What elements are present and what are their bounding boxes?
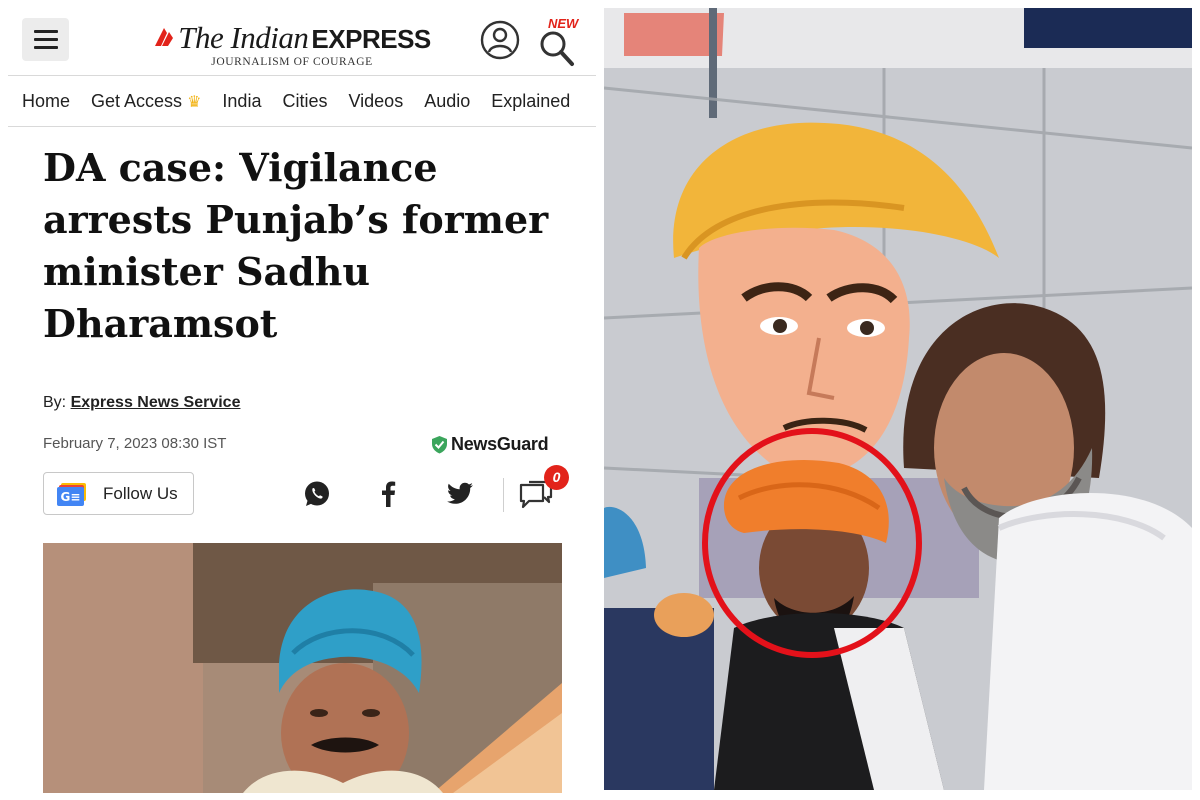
author-link[interactable]: Express News Service	[71, 394, 241, 411]
hamburger-menu-icon	[33, 30, 58, 33]
newsguard-label: NewsGuard	[451, 434, 549, 454]
twitter-icon	[447, 482, 473, 504]
article-photo	[43, 543, 562, 793]
shield-check-icon	[432, 436, 447, 454]
flame-logo-icon	[155, 28, 174, 46]
rally-photograph	[604, 8, 1192, 790]
newsguard-badge[interactable]: NewsGuard	[431, 434, 549, 455]
byline-label: By:	[43, 394, 67, 411]
svg-text:G≡: G≡	[61, 490, 81, 504]
nav-item-audio[interactable]: Audio	[424, 91, 470, 112]
nav-item-videos[interactable]: Videos	[348, 91, 403, 112]
logo-text-express: EXPRESS	[311, 24, 431, 54]
search-icon	[540, 31, 574, 66]
user-account-icon[interactable]	[480, 20, 520, 60]
nav-item-india[interactable]: India	[222, 91, 261, 112]
main-navigation: Home Get Access ♛ India Cities Videos Au…	[8, 77, 596, 127]
nav-item-explained[interactable]: Explained	[491, 91, 570, 112]
facebook-share-button[interactable]	[372, 478, 404, 510]
article-headline: DA case: Vigilance arrests Punjab’s form…	[43, 145, 549, 346]
follow-us-button[interactable]: G≡ Follow Us	[43, 472, 194, 515]
search-button[interactable]: NEW	[534, 16, 584, 68]
nav-item-get-access[interactable]: Get Access ♛	[91, 91, 201, 112]
follow-us-label: Follow Us	[103, 483, 178, 503]
comment-count-badge: 0	[544, 465, 569, 490]
facebook-icon	[382, 481, 396, 507]
nav-item-cities[interactable]: Cities	[282, 91, 327, 112]
logo-text-the-indian: The Indian	[178, 20, 309, 55]
publish-date: February 7, 2023 08:30 IST	[43, 435, 227, 452]
whatsapp-icon	[305, 481, 329, 506]
nav-item-home[interactable]: Home	[22, 91, 70, 112]
crown-icon: ♛	[187, 94, 202, 111]
article-byline: By: Express News Service	[43, 394, 240, 412]
menu-button[interactable]	[22, 18, 69, 61]
twitter-share-button[interactable]	[444, 478, 476, 510]
site-logo[interactable]: The Indian EXPRESS JOURNALISM OF COURAGE	[142, 20, 442, 72]
logo-tagline: JOURNALISM OF COURAGE	[211, 56, 373, 68]
news-article-screenshot: The Indian EXPRESS JOURNALISM OF COURAGE…	[0, 0, 600, 800]
share-divider	[503, 478, 504, 512]
whatsapp-share-button[interactable]	[301, 478, 333, 510]
google-news-icon: G≡	[57, 482, 86, 506]
site-header: The Indian EXPRESS JOURNALISM OF COURAGE…	[8, 8, 596, 76]
